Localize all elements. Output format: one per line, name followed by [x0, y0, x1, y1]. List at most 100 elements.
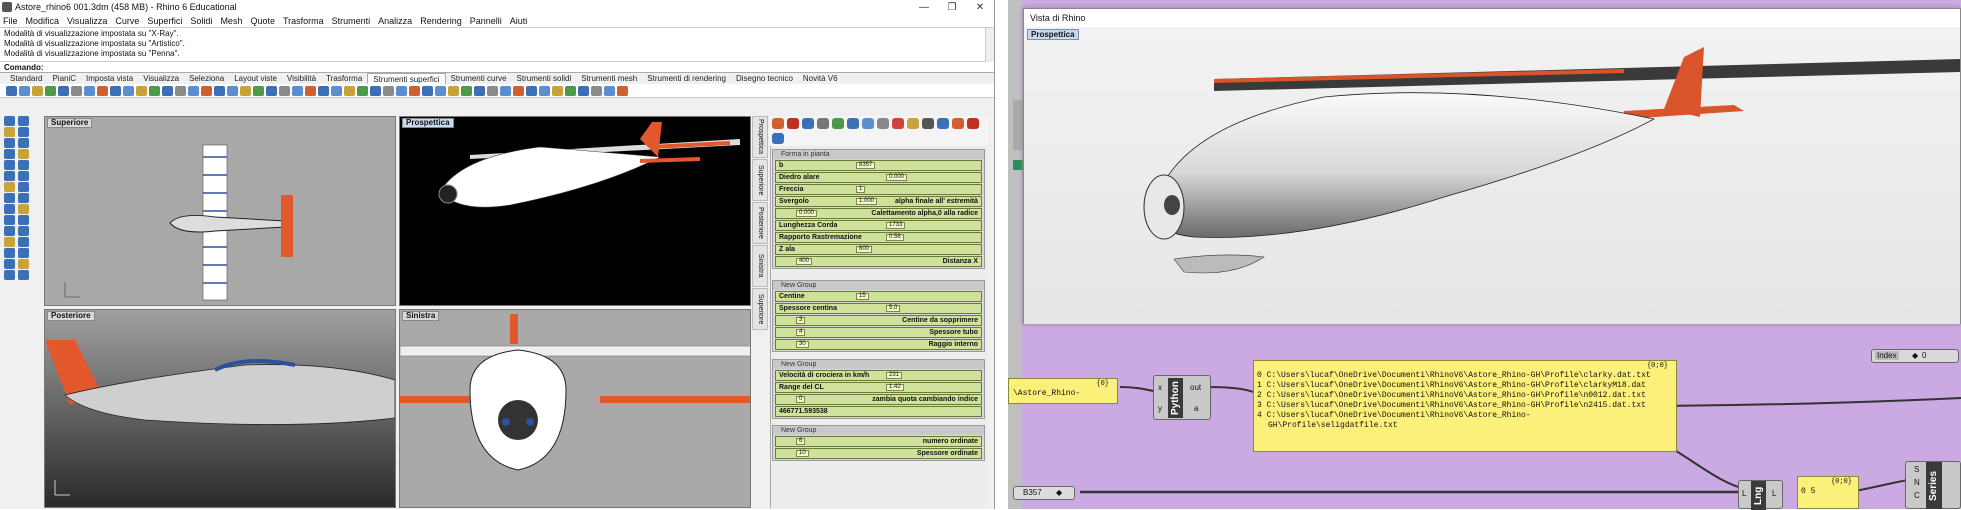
param-value[interactable]: 3 — [796, 317, 806, 324]
param-row[interactable]: 6 numero ordinate — [775, 436, 982, 447]
command-line[interactable]: Comando: — [0, 61, 994, 73]
surface-tool-icon[interactable] — [474, 85, 485, 96]
param-row[interactable]: 0.000 Calettamento alpha,0 alla radice — [775, 208, 982, 219]
param-group-header[interactable]: New Group — [773, 281, 984, 290]
surface-tool-icon[interactable] — [617, 85, 628, 96]
left-tool-icon[interactable] — [18, 116, 29, 126]
param-value[interactable]: 1 — [856, 186, 866, 193]
panel-tool-icon[interactable] — [817, 118, 829, 129]
tab-disegno-tecnico[interactable]: Disegno tecnico — [731, 73, 798, 84]
vista-viewport-label[interactable]: Prospettica — [1027, 29, 1079, 40]
menu-aiuti[interactable]: Aiuti — [510, 16, 528, 26]
surface-tool-icon[interactable] — [110, 85, 121, 96]
tab-imposta-vista[interactable]: Imposta vista — [81, 73, 138, 84]
menu-rendering[interactable]: Rendering — [420, 16, 462, 26]
surface-tool-icon[interactable] — [84, 85, 95, 96]
panel-tool-icon[interactable] — [787, 118, 799, 129]
surface-tool-icon[interactable] — [435, 85, 446, 96]
history-scrollbar[interactable] — [985, 28, 994, 62]
surface-tool-icon[interactable] — [448, 85, 459, 96]
left-tool-icon[interactable] — [4, 204, 15, 214]
surface-tool-icon[interactable] — [487, 85, 498, 96]
tab-standard[interactable]: Standard — [5, 73, 47, 84]
left-tool-icon[interactable] — [18, 259, 29, 269]
surface-tool-icon[interactable] — [591, 85, 602, 96]
tab-strumenti-curve[interactable]: Strumenti curve — [446, 73, 512, 84]
surface-tool-icon[interactable] — [6, 85, 17, 96]
surface-tool-icon[interactable] — [292, 85, 303, 96]
menu-solidi[interactable]: Solidi — [190, 16, 212, 26]
param-value[interactable]: 0.56 — [886, 234, 904, 241]
param-row[interactable]: 0 zambia quota cambiando indice — [775, 394, 982, 405]
surface-tool-icon[interactable] — [513, 85, 524, 96]
panel-tool-icon[interactable] — [802, 118, 814, 129]
left-tool-icon[interactable] — [4, 127, 15, 137]
menu-analizza[interactable]: Analizza — [378, 16, 412, 26]
surface-tool-icon[interactable] — [383, 85, 394, 96]
menu-strumenti[interactable]: Strumenti — [332, 16, 371, 26]
panel-tool-icon[interactable] — [847, 118, 859, 129]
surface-tool-icon[interactable] — [123, 85, 134, 96]
surface-tool-icon[interactable] — [422, 85, 433, 96]
param-row[interactable]: 3 Centine da sopprimere — [775, 315, 982, 326]
surface-tool-icon[interactable] — [370, 85, 381, 96]
surface-tool-icon[interactable] — [45, 85, 56, 96]
viewport-left[interactable]: Sinistra — [399, 309, 751, 508]
surface-tool-icon[interactable] — [240, 85, 251, 96]
menu-file[interactable]: File — [3, 16, 18, 26]
surface-tool-icon[interactable] — [604, 85, 615, 96]
viewport-perspective[interactable]: Prospettica — [399, 116, 751, 306]
series-input-s[interactable]: S — [1914, 465, 1919, 474]
viewport-perspective-label[interactable]: Prospettica — [402, 118, 454, 128]
surface-tool-icon[interactable] — [279, 85, 290, 96]
surface-tool-icon[interactable] — [565, 85, 576, 96]
left-tool-icon[interactable] — [4, 248, 15, 258]
param-row[interactable]: Z ala 600 — [775, 244, 982, 255]
surface-tool-icon[interactable] — [461, 85, 472, 96]
surface-tool-icon[interactable] — [32, 85, 43, 96]
surface-tool-icon[interactable] — [357, 85, 368, 96]
param-value[interactable]: 1.000 — [856, 198, 878, 205]
param-group-header[interactable]: Forma in pianta — [773, 150, 984, 159]
vista-di-rhino-window[interactable]: Vista di Rhino Prospettica — [1023, 8, 1961, 324]
param-value[interactable]: 0 — [796, 396, 806, 403]
param-row[interactable]: Velocità di crociera in km/h 231 — [775, 370, 982, 381]
surface-tool-icon[interactable] — [500, 85, 511, 96]
tab-strumenti-superfici[interactable]: Strumenti superfici — [367, 73, 446, 84]
surface-tool-icon[interactable] — [201, 85, 212, 96]
surface-tool-icon[interactable] — [266, 85, 277, 96]
surface-tool-icon[interactable] — [97, 85, 108, 96]
surface-tool-icon[interactable] — [331, 85, 342, 96]
left-tool-icon[interactable] — [18, 182, 29, 192]
param-value[interactable]: 6 — [796, 438, 806, 445]
surface-tool-icon[interactable] — [318, 85, 329, 96]
menu-visualizza[interactable]: Visualizza — [67, 16, 107, 26]
param-value[interactable]: 4 — [796, 329, 806, 336]
tab-strumenti-rendering[interactable]: Strumenti di rendering — [642, 73, 731, 84]
left-tool-icon[interactable] — [18, 160, 29, 170]
menu-trasforma[interactable]: Trasforma — [283, 16, 324, 26]
python-output-a[interactable]: a — [1194, 404, 1198, 413]
surface-tool-icon[interactable] — [552, 85, 563, 96]
panel-tool-icon[interactable] — [907, 118, 919, 129]
param-row[interactable]: Centine 15 — [775, 291, 982, 302]
left-tool-icon[interactable] — [4, 182, 15, 192]
viewport-top-label[interactable]: Superiore — [47, 118, 93, 128]
left-tool-icon[interactable] — [4, 160, 15, 170]
surface-tool-icon[interactable] — [175, 85, 186, 96]
surface-tool-icon[interactable] — [526, 85, 537, 96]
param-value[interactable]: 8357 — [856, 162, 876, 169]
close-button[interactable]: ✕ — [966, 2, 994, 13]
left-tool-icon[interactable] — [18, 237, 29, 247]
menu-superfici[interactable]: Superfici — [147, 16, 182, 26]
surface-tool-icon[interactable] — [539, 85, 550, 96]
tab-strumenti-solidi[interactable]: Strumenti solidi — [512, 73, 577, 84]
left-tool-icon[interactable] — [18, 204, 29, 214]
surface-tool-icon[interactable] — [19, 85, 30, 96]
panel-tool-icon[interactable] — [967, 118, 979, 129]
viewport-back[interactable]: Posteriore — [44, 309, 396, 508]
panel-tool-icon[interactable] — [862, 118, 874, 129]
menu-pannelli[interactable]: Pannelli — [470, 16, 502, 26]
param-row[interactable]: Freccia 1 — [775, 184, 982, 195]
param-value[interactable]: 30 — [796, 341, 809, 348]
